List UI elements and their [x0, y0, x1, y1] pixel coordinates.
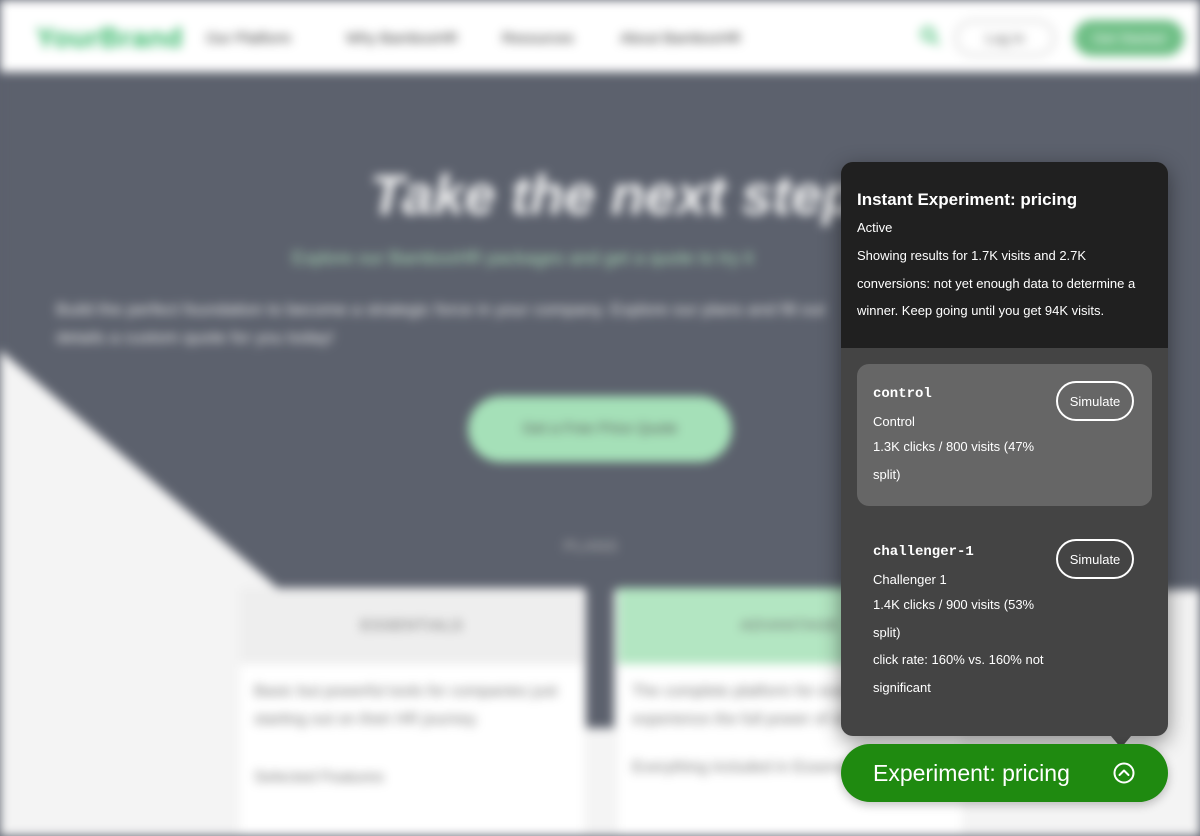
nav-link-about[interactable]: About BambooHR	[620, 30, 741, 47]
site-nav: YourBrand Our Platform Why BambooHR Reso…	[0, 0, 1200, 72]
plan-divider	[586, 588, 614, 728]
plan-card-essentials[interactable]: ESSENTIALS Basic but powerful tools for …	[240, 588, 584, 836]
variant-card-control[interactable]: control Control 1.3K clicks / 800 visits…	[857, 364, 1152, 506]
experiment-header: Instant Experiment: pricing Active Showi…	[841, 162, 1168, 348]
variant-name: Control	[873, 414, 915, 429]
hero-title: Take the next step	[370, 163, 857, 226]
experiment-toggle-button[interactable]: Experiment: pricing	[841, 744, 1168, 802]
hero-angle-shape	[0, 350, 280, 590]
nav-link-platform[interactable]: Our Platform	[206, 30, 291, 47]
experiment-toggle-label: Experiment: pricing	[873, 760, 1070, 786]
experiment-panel: Instant Experiment: pricing Active Showi…	[841, 162, 1168, 736]
chevron-up-circle-icon	[1113, 762, 1135, 784]
nav-link-why[interactable]: Why BambooHR	[346, 30, 458, 47]
simulate-button-challenger-1[interactable]: Simulate	[1056, 539, 1134, 579]
search-icon[interactable]	[920, 26, 940, 46]
variant-key: control	[873, 386, 932, 402]
variant-key: challenger-1	[873, 544, 974, 560]
experiment-status: Active	[857, 220, 893, 235]
simulate-button-control[interactable]: Simulate	[1056, 381, 1134, 421]
nav-link-resources[interactable]: Resources	[502, 30, 574, 47]
variant-stats: 1.4K clicks / 900 visits (53% split)	[873, 597, 1035, 640]
plan-card-feature: Selected Features	[254, 769, 384, 786]
variant-significance-note: click rate: 160% vs. 160% not significan…	[873, 652, 1044, 695]
price-quote-button[interactable]: Get a Free Price Quote	[468, 396, 732, 462]
hero-body: Build the perfect foundation to become a…	[56, 300, 825, 347]
variant-card-challenger-1[interactable]: challenger-1 Challenger 1 1.4K clicks / …	[857, 522, 1152, 702]
variant-name: Challenger 1	[873, 572, 947, 587]
experiment-summary: Showing results for 1.7K visits and 2.7K…	[857, 248, 1136, 318]
plan-card-title: ESSENTIALS	[240, 588, 584, 664]
variant-stats: 1.3K clicks / 800 visits (47% split)	[873, 439, 1035, 482]
hero-subtitle: Explore our BambooHR packages and get a …	[292, 248, 754, 268]
login-button[interactable]: Log In	[955, 20, 1055, 56]
experiment-title: Instant Experiment: pricing	[857, 190, 1078, 209]
site-logo[interactable]: YourBrand	[36, 22, 183, 54]
get-started-button[interactable]: Get Started	[1074, 20, 1184, 56]
plan-card-description: Basic but powerful tools for companies j…	[254, 683, 558, 728]
plans-label: PLANS	[564, 538, 619, 555]
